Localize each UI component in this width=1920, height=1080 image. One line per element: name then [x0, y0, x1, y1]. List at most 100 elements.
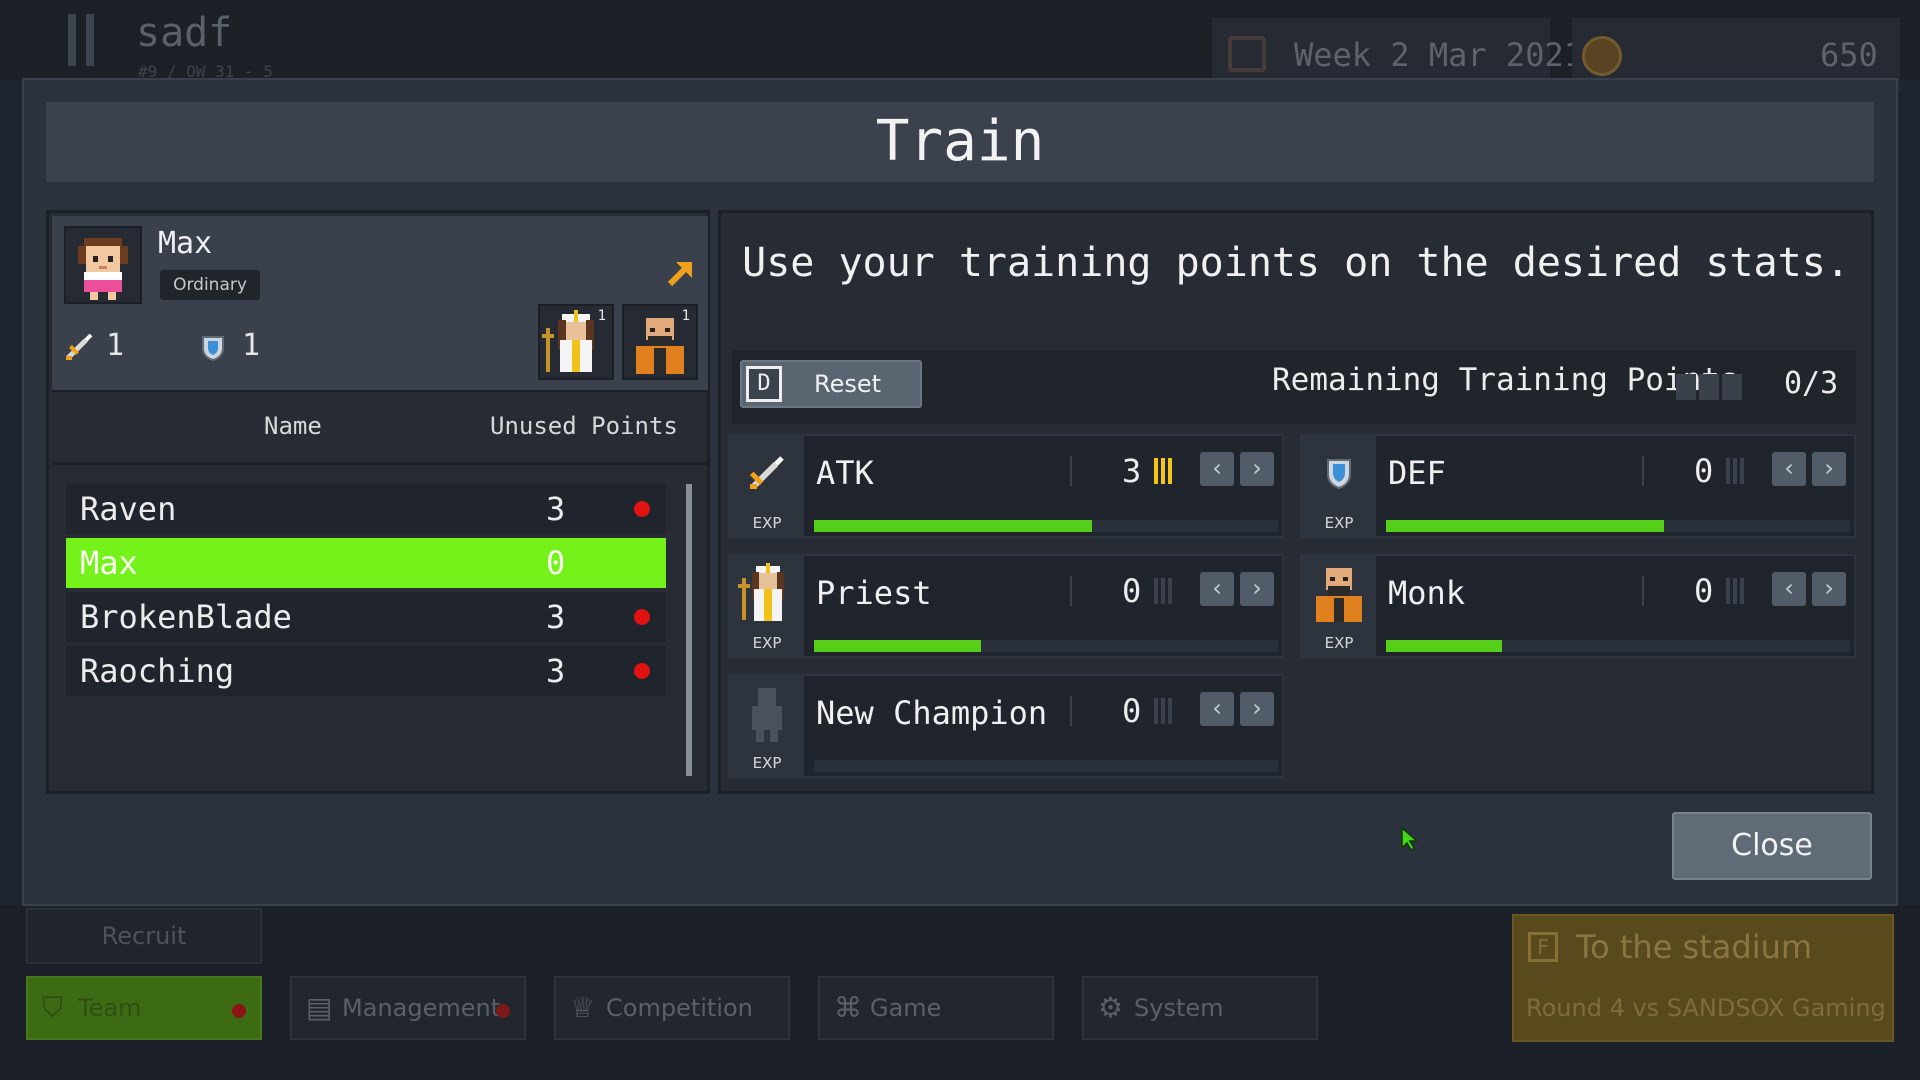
- decrease-arrow-button[interactable]: ‹: [1200, 572, 1234, 606]
- stat-card-atk: EXP ATK 3 ‹ ›: [728, 434, 1284, 538]
- nav-tab-team[interactable]: ⛉ Team: [26, 976, 262, 1040]
- current-date: Week 2 Mar 2021: [1294, 36, 1583, 74]
- class-monk-slot: 1: [622, 304, 698, 380]
- exp-label: EXP: [1324, 514, 1354, 532]
- coin-icon: [1582, 36, 1622, 76]
- alert-dot: [634, 663, 650, 679]
- document-icon: ▤: [306, 991, 333, 1024]
- roster-unused-points: 3: [546, 490, 566, 528]
- remaining-points-label: Remaining Training Points: [1272, 362, 1739, 398]
- gear-icon: ⚙: [1098, 991, 1124, 1024]
- stat-points-value: 3: [1122, 452, 1142, 490]
- roster-row-raoching[interactable]: Raoching 3: [66, 646, 666, 696]
- roster-row-raven[interactable]: Raven 3: [66, 484, 666, 534]
- next-match-label: Round 4 vs SANDSOX Gaming: [1526, 994, 1886, 1022]
- alert-dot: [496, 1004, 510, 1018]
- exp-progress-bar: [1386, 520, 1850, 532]
- exp-label: EXP: [752, 754, 782, 772]
- nav-tab-competition[interactable]: ♕ Competition: [554, 976, 790, 1040]
- modal-title: Train: [875, 109, 1045, 174]
- class-level: 1: [681, 308, 690, 324]
- stat-points-value: 0: [1694, 452, 1714, 490]
- monk-icon: [1308, 562, 1370, 624]
- trophy-icon: ♕: [570, 991, 596, 1024]
- shield-icon: [1308, 442, 1370, 504]
- exp-progress-bar: [814, 760, 1278, 772]
- reset-label: Reset: [814, 370, 882, 398]
- roster-row-brokenblade[interactable]: BrokenBlade 3: [66, 592, 666, 642]
- close-button[interactable]: Close: [1672, 812, 1872, 880]
- stat-points-value: 0: [1122, 692, 1142, 730]
- exp-progress-fill: [1386, 640, 1502, 652]
- roster-row-max[interactable]: Max 0: [66, 538, 666, 588]
- stat-points-value: 0: [1122, 572, 1142, 610]
- alert-dot: [634, 609, 650, 625]
- roster-list: Raven 3 Max 0 BrokenBlade 3 Raoching 3: [66, 484, 666, 700]
- team-name: sadf: [136, 10, 233, 56]
- stat-points-pips: [1726, 578, 1747, 608]
- class-level: 1: [597, 308, 606, 324]
- champion-silhouette-icon: [736, 682, 798, 744]
- nav-tab-system[interactable]: ⚙ System: [1082, 976, 1318, 1040]
- trend-up-arrow-icon: [664, 256, 698, 290]
- stat-points-pips: [1154, 578, 1175, 608]
- priest-icon: [736, 562, 798, 624]
- roster-scrollbar[interactable]: [686, 484, 692, 776]
- exp-progress-fill: [814, 520, 1093, 532]
- decrease-arrow-button[interactable]: ‹: [1200, 692, 1234, 726]
- stadium-title: To the stadium: [1576, 928, 1813, 966]
- increase-arrow-button[interactable]: ›: [1240, 692, 1274, 726]
- roster-player-name: BrokenBlade: [80, 598, 292, 636]
- roster-player-name: Raven: [80, 490, 177, 528]
- exp-label: EXP: [752, 514, 782, 532]
- shield-icon: [198, 332, 228, 362]
- nav-tab-game[interactable]: ⌘ Game: [818, 976, 1054, 1040]
- stat-points-pips: [1154, 698, 1175, 728]
- gold-amount: 650: [1820, 36, 1878, 74]
- stat-card-new-champion: EXP New Champion 0 ‹ ›: [728, 674, 1284, 778]
- remaining-points-meter: [1676, 374, 1745, 404]
- increase-arrow-button[interactable]: ›: [1812, 572, 1846, 606]
- player-atk-value: 1: [106, 328, 125, 363]
- alert-dot: [634, 501, 650, 517]
- exp-label: EXP: [752, 634, 782, 652]
- gamepad-icon: ⌘: [834, 991, 862, 1024]
- exp-progress-bar: [1386, 640, 1850, 652]
- roster-unused-points: 0: [546, 544, 566, 582]
- sword-icon: [736, 442, 798, 504]
- decrease-arrow-button[interactable]: ‹: [1772, 572, 1806, 606]
- player-name: Max: [158, 226, 213, 261]
- stat-name: ATK: [816, 454, 874, 492]
- stat-points-pips: [1726, 458, 1747, 488]
- list-divider: [52, 462, 708, 465]
- nav-tab-label: Management: [342, 994, 501, 1022]
- stat-card-priest: EXP Priest 0 ‹ ›: [728, 554, 1284, 658]
- sword-icon: [64, 332, 94, 362]
- keybind-hint: D: [746, 366, 782, 402]
- unused-points-column-header: Unused Points: [490, 412, 678, 440]
- exp-progress-fill: [1386, 520, 1665, 532]
- training-instruction: Use your training points on the desired …: [742, 240, 1850, 286]
- decrease-arrow-button[interactable]: ‹: [1200, 452, 1234, 486]
- nav-tab-management[interactable]: ▤ Management: [290, 976, 526, 1040]
- recruit-button[interactable]: Recruit: [26, 908, 262, 964]
- increase-arrow-button[interactable]: ›: [1240, 452, 1274, 486]
- pause-icon[interactable]: [68, 14, 98, 66]
- roster-unused-points: 3: [546, 652, 566, 690]
- stat-points-pips: [1154, 458, 1175, 488]
- remaining-points-value: 0/3: [1784, 366, 1839, 401]
- alert-dot: [232, 1004, 246, 1018]
- mouse-cursor-icon: [1400, 826, 1420, 852]
- increase-arrow-button[interactable]: ›: [1240, 572, 1274, 606]
- increase-arrow-button[interactable]: ›: [1812, 452, 1846, 486]
- decrease-arrow-button[interactable]: ‹: [1772, 452, 1806, 486]
- class-priest-slot: 1: [538, 304, 614, 380]
- stat-points-value: 0: [1694, 572, 1714, 610]
- stat-name: Priest: [816, 574, 932, 612]
- exp-progress-bar: [814, 640, 1278, 652]
- name-column-header: Name: [264, 412, 322, 440]
- player-portrait: [64, 226, 142, 304]
- stat-card-def: EXP DEF 0 ‹ ›: [1300, 434, 1856, 538]
- roster-unused-points: 3: [546, 598, 566, 636]
- roster-player-name: Raoching: [80, 652, 235, 690]
